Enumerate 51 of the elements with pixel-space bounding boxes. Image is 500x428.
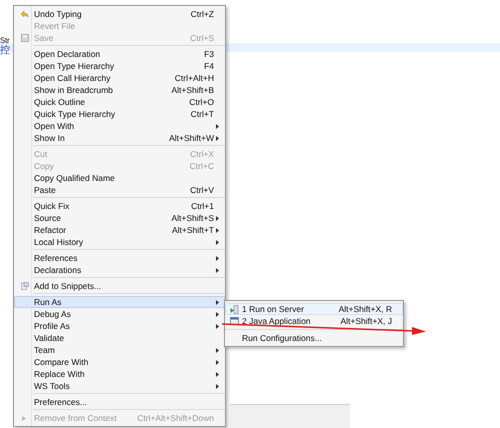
arrow-icon — [21, 414, 28, 422]
menu-item[interactable]: Open With — [14, 120, 225, 132]
menu-item[interactable]: Replace With — [14, 368, 225, 380]
submenu-arrow-icon — [216, 240, 219, 244]
menu-item[interactable]: Show In Alt+Shift+W — [14, 132, 225, 144]
menu-item[interactable]: 2 Java Application Alt+Shift+X, J — [225, 315, 403, 327]
submenu-arrow-icon — [216, 348, 219, 352]
menu-item[interactable]: Show in Breadcrumb Alt+Shift+B — [14, 84, 225, 96]
submenu-arrow-icon — [216, 360, 219, 364]
menu-item[interactable]: Quick Outline Ctrl+O — [14, 96, 225, 108]
menu-item[interactable]: Run Configurations... — [225, 332, 403, 344]
submenu-arrow-icon — [216, 312, 219, 316]
submenu-arrow-icon — [216, 136, 219, 140]
menu-item[interactable]: Add to Snippets... — [14, 280, 225, 292]
submenu-arrow-icon — [216, 268, 219, 272]
document-icon — [20, 282, 28, 290]
menu-item[interactable]: Validate — [14, 332, 225, 344]
application-window-icon — [230, 317, 238, 325]
menu-item[interactable]: Declarations — [14, 264, 225, 276]
submenu-arrow-icon — [216, 372, 219, 376]
menu-item[interactable]: Refactor Alt+Shift+T — [14, 224, 225, 236]
menu-item[interactable]: References — [14, 252, 225, 264]
menu-item[interactable]: Preferences... — [14, 396, 225, 408]
menu-item[interactable]: WS Tools — [14, 380, 225, 392]
code-text: Str — [0, 36, 10, 45]
menu-item[interactable]: Quick Type Hierarchy Ctrl+T — [14, 108, 225, 120]
menu-item[interactable]: Copy Qualified Name — [14, 172, 225, 184]
submenu-arrow-icon — [216, 216, 219, 220]
menu-item[interactable]: Open Type Hierarchy F4 — [14, 60, 225, 72]
menu-item[interactable]: Undo Typing Ctrl+Z — [14, 8, 225, 20]
submenu-arrow-icon — [216, 384, 219, 388]
menu-item[interactable]: Debug As — [14, 308, 225, 320]
menu-item[interactable]: Paste Ctrl+V — [14, 184, 225, 196]
submenu-arrow-icon — [216, 256, 219, 260]
menu-item[interactable]: Team — [14, 344, 225, 356]
submenu-arrow-icon — [216, 228, 219, 232]
submenu-arrow-icon — [216, 124, 219, 128]
submenu-arrow-icon — [216, 300, 219, 304]
menu-item[interactable]: Open Declaration F3 — [14, 48, 225, 60]
menu-item[interactable]: Source Alt+Shift+S — [14, 212, 225, 224]
undo-arrow-icon — [20, 10, 29, 18]
submenu-arrow-icon — [216, 324, 219, 328]
menu-item[interactable]: Local History — [14, 236, 225, 248]
menu-item[interactable]: Run As — [14, 296, 225, 308]
menu-item[interactable]: Quick Fix Ctrl+1 — [14, 200, 225, 212]
menu-item[interactable]: Profile As — [14, 320, 225, 332]
menu-item[interactable]: 1 Run on Server Alt+Shift+X, R — [225, 303, 403, 315]
server-run-icon — [230, 304, 238, 314]
code-text: 控 — [0, 46, 11, 56]
menu-item[interactable]: Open Call Hierarchy Ctrl+Alt+H — [14, 72, 225, 84]
menu-item[interactable]: Compare With — [14, 356, 225, 368]
